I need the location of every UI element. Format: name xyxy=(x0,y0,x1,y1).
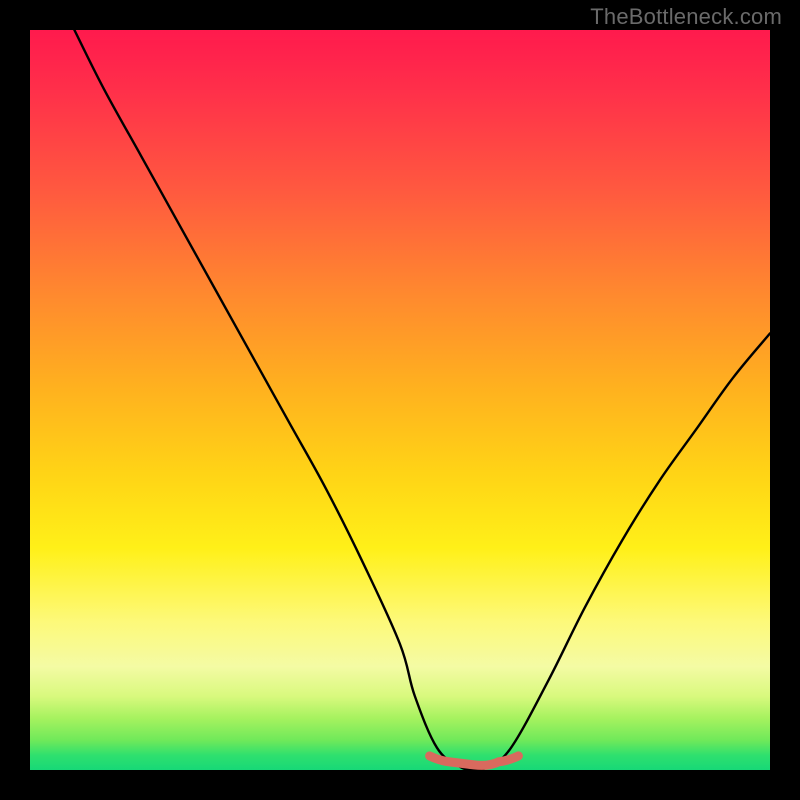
curve-layer xyxy=(30,30,770,770)
watermark-text: TheBottleneck.com xyxy=(590,4,782,30)
chart-frame: TheBottleneck.com xyxy=(0,0,800,800)
bottleneck-curve xyxy=(74,30,770,770)
valley-highlight xyxy=(430,756,519,765)
plot-area xyxy=(30,30,770,770)
